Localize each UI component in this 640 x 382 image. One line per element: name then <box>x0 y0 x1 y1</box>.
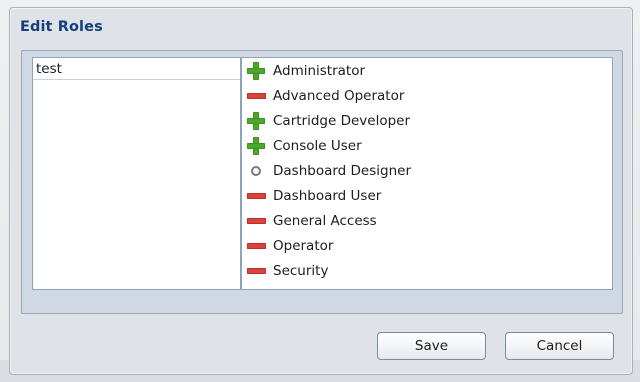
roles-list: Administrator Advanced Operator Cartridge … <box>241 57 613 290</box>
red-minus-icon[interactable] <box>246 186 266 206</box>
role-item[interactable]: Advanced Operator <box>242 83 612 108</box>
green-plus-icon[interactable] <box>246 136 266 156</box>
role-label: Advanced Operator <box>273 87 405 104</box>
role-item[interactable]: Cartridge Developer <box>242 108 612 133</box>
role-item[interactable]: Dashboard User <box>242 183 612 208</box>
edit-roles-dialog: Edit Roles test Administrator Advanced Op… <box>9 7 633 375</box>
dialog-header: Edit Roles <box>10 8 632 44</box>
gray-circle-icon[interactable] <box>246 161 266 181</box>
role-label: Cartridge Developer <box>273 112 411 129</box>
cancel-button[interactable]: Cancel <box>505 332 614 360</box>
names-list: test <box>32 57 241 290</box>
role-item[interactable]: General Access <box>242 208 612 233</box>
green-plus-icon[interactable] <box>246 111 266 131</box>
role-label: Security <box>273 262 329 279</box>
green-plus-icon[interactable] <box>246 61 266 81</box>
role-label: Console User <box>273 137 362 154</box>
role-label: Dashboard User <box>273 187 382 204</box>
save-button[interactable]: Save <box>377 332 486 360</box>
role-item[interactable]: Dashboard Designer <box>242 158 612 183</box>
dialog-title: Edit Roles <box>20 19 103 35</box>
roles-panel: test Administrator Advanced Operator Cartr… <box>21 50 623 314</box>
role-item[interactable]: Operator <box>242 233 612 258</box>
red-minus-icon[interactable] <box>246 211 266 231</box>
role-item[interactable]: Security <box>242 258 612 283</box>
role-item[interactable]: Console User <box>242 133 612 158</box>
red-minus-icon[interactable] <box>246 236 266 256</box>
role-label: Administrator <box>273 62 366 79</box>
dialog-footer: Save Cancel <box>10 318 632 374</box>
role-item[interactable]: Administrator <box>242 58 612 83</box>
role-label: General Access <box>273 212 377 229</box>
red-minus-icon[interactable] <box>246 261 266 281</box>
red-minus-icon[interactable] <box>246 86 266 106</box>
role-label: Operator <box>273 237 334 254</box>
role-label: Dashboard Designer <box>273 162 411 179</box>
name-item[interactable]: test <box>33 58 240 80</box>
